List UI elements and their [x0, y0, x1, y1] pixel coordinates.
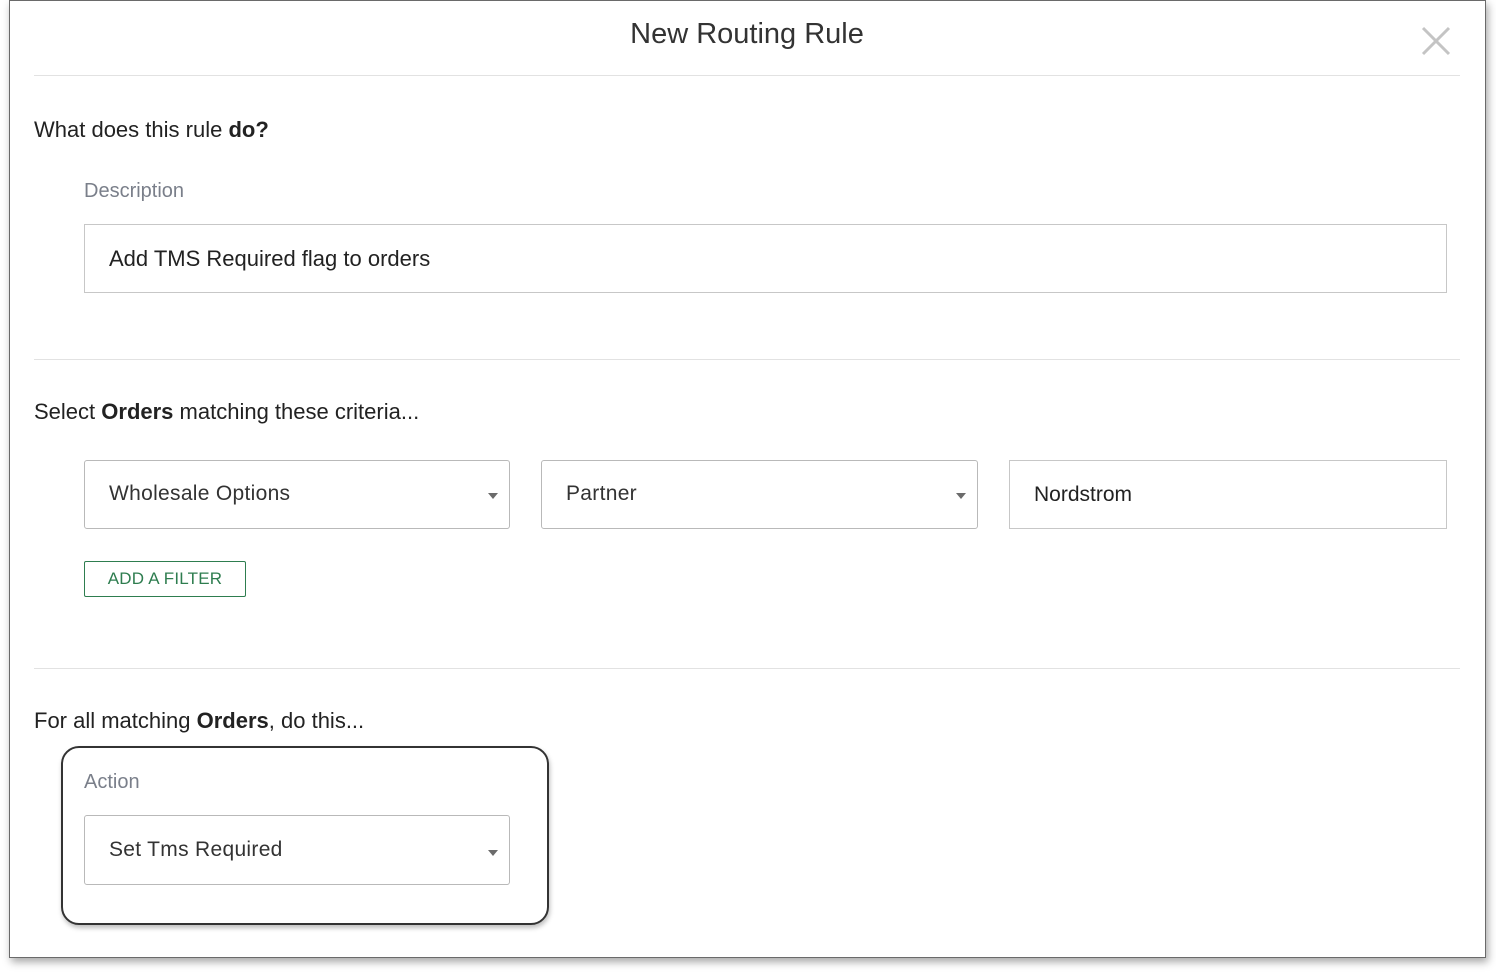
add-filter-button[interactable]: ADD A FILTER [84, 561, 246, 597]
section-divider [34, 668, 1460, 669]
action-heading-bold: Orders [196, 708, 269, 733]
description-label: Description [84, 180, 185, 202]
filter-field-select[interactable]: Partner [541, 460, 978, 529]
routing-rule-modal: New Routing Rule What does this rule do?… [9, 0, 1486, 958]
criteria-heading-suffix: matching these criteria... [173, 399, 420, 424]
criteria-heading-bold: Orders [101, 399, 174, 424]
filter-field-value: Partner [566, 482, 637, 505]
chevron-down-icon [488, 493, 498, 499]
criteria-heading-prefix: Select [34, 399, 102, 424]
action-select[interactable]: Set Tms Required [84, 815, 510, 885]
filter-value-input[interactable] [1009, 460, 1447, 529]
description-heading-text: What does this rule [34, 117, 229, 142]
chevron-down-icon [488, 850, 498, 856]
action-label: Action [84, 771, 140, 793]
section-divider [34, 359, 1460, 360]
close-icon[interactable] [1416, 21, 1456, 61]
action-heading-suffix: , do this... [268, 708, 365, 733]
action-section-heading: For all matching Orders, do this... [34, 708, 364, 734]
modal-title: New Routing Rule [630, 18, 864, 50]
filter-group-value: Wholesale Options [109, 482, 291, 505]
modal-header: New Routing Rule [34, 1, 1460, 76]
filter-group-select[interactable]: Wholesale Options [84, 460, 510, 529]
criteria-section-heading: Select Orders matching these criteria... [34, 399, 419, 425]
description-section-heading: What does this rule do? [34, 117, 269, 143]
action-heading-prefix: For all matching [34, 708, 197, 733]
description-input[interactable] [84, 224, 1447, 293]
description-heading-bold: do? [228, 117, 269, 142]
action-select-value: Set Tms Required [109, 838, 283, 861]
chevron-down-icon [956, 493, 966, 499]
